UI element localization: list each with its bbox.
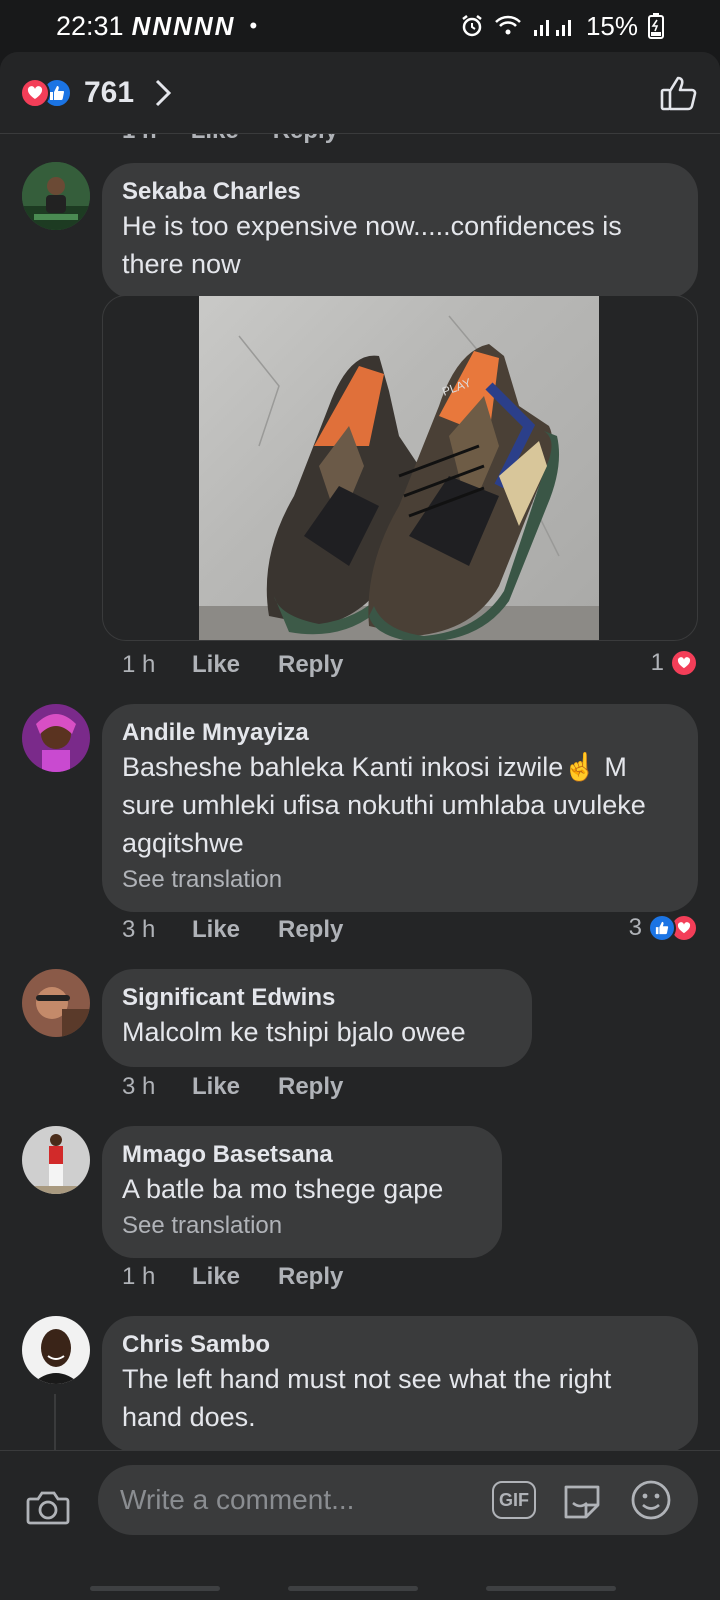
reaction-count: 1 <box>650 649 664 676</box>
reactions-header[interactable]: 761 <box>0 52 720 134</box>
sneakers-photo[interactable]: PLAY <box>199 296 599 640</box>
comment-bubble[interactable]: Mmago Basetsana A batle ba mo tshege gap… <box>102 1126 502 1258</box>
comment-author[interactable]: Sekaba Charles <box>122 177 678 207</box>
avatar[interactable] <box>22 969 90 1037</box>
gif-label: GIF <box>499 1489 529 1510</box>
camera-icon[interactable] <box>26 1489 70 1527</box>
comment-composer: GIF <box>0 1450 720 1568</box>
comment-input[interactable] <box>98 1465 698 1535</box>
notification-icons: NNNNN <box>131 10 236 41</box>
comment-time: 3 h <box>122 916 156 943</box>
emoji-icon[interactable] <box>630 1479 672 1521</box>
alarm-icon <box>462 15 482 37</box>
love-icon <box>670 649 698 677</box>
avatar[interactable] <box>22 1126 90 1194</box>
comment-bubble[interactable]: Chris Sambo The left hand must not see w… <box>102 1316 698 1452</box>
comment-actions: 3 h Like Reply <box>122 916 343 944</box>
like-link[interactable]: Like <box>192 1073 278 1101</box>
comment-time: 1 h <box>122 651 156 678</box>
reply-link[interactable]: Reply <box>278 1263 343 1291</box>
comment-text: Basheshe bahleka Kanti inkosi izwile☝️ M… <box>122 752 646 858</box>
comment-time: 3 h <box>122 1073 156 1100</box>
comments-panel: 761 1 h Like Reply Sekaba Charles He is … <box>0 52 720 1600</box>
system-nav-bar <box>0 1582 720 1600</box>
nav-recent[interactable] <box>90 1586 220 1591</box>
see-translation-link[interactable]: See translation <box>122 864 678 896</box>
sticker-icon[interactable] <box>560 1479 604 1523</box>
love-icon <box>20 77 50 108</box>
reaction-count: 3 <box>628 914 642 941</box>
comment-bubble[interactable]: Andile Mnyayiza Basheshe bahleka Kanti i… <box>102 704 698 912</box>
wifi-icon <box>495 15 521 35</box>
comment-author[interactable]: Andile Mnyayiza <box>122 718 678 748</box>
reaction-count: 761 <box>84 75 135 109</box>
comment-text: The left hand must not see what the righ… <box>122 1364 612 1432</box>
like-link[interactable]: Like <box>192 916 278 944</box>
status-bar: 22:31 NNNNN • 15% <box>0 0 720 52</box>
reply-link[interactable]: Reply <box>278 651 343 679</box>
avatar[interactable] <box>22 704 90 772</box>
battery-charging-icon <box>648 13 664 39</box>
more-notifications-dot: • <box>249 13 258 38</box>
reaction-icons <box>20 77 72 108</box>
nav-back[interactable] <box>486 1586 616 1591</box>
comment-bubble[interactable]: Significant Edwins Malcolm ke tshipi bja… <box>102 969 532 1067</box>
like-icon <box>648 914 676 942</box>
see-translation-link[interactable]: See translation <box>122 1210 482 1242</box>
comment-text: Malcolm ke tshipi bjalo owee <box>122 1017 466 1047</box>
avatar[interactable] <box>22 1316 90 1384</box>
comment-bubble[interactable]: Sekaba Charles He is too expensive now..… <box>102 163 698 299</box>
gif-button[interactable]: GIF <box>492 1481 536 1519</box>
comment-author[interactable]: Chris Sambo <box>122 1330 678 1360</box>
signal-icon <box>533 20 571 36</box>
comment-text: He is too expensive now.....confidences … <box>122 211 622 279</box>
avatar[interactable] <box>22 162 90 230</box>
reply-link[interactable]: Reply <box>278 916 343 944</box>
like-link[interactable]: Like <box>192 1263 278 1291</box>
comment-author[interactable]: Mmago Basetsana <box>122 1140 482 1170</box>
clock: 22:31 <box>56 10 124 41</box>
comment-text: A batle ba mo tshege gape <box>122 1174 444 1204</box>
comment-actions: 1 h Like Reply <box>122 1263 343 1291</box>
comment-time: 1 h <box>122 1263 156 1290</box>
comment-image-card[interactable]: PLAY <box>102 295 698 641</box>
like-post-button[interactable] <box>660 74 700 112</box>
comment-actions: 3 h Like Reply <box>122 1073 343 1101</box>
comment-actions: 1 h Like Reply <box>122 651 343 679</box>
battery-percent: 15% <box>585 10 638 41</box>
like-link[interactable]: Like <box>192 651 278 679</box>
comment-reactions[interactable]: 3 <box>629 914 698 942</box>
chevron-right-icon[interactable] <box>154 78 172 108</box>
nav-home[interactable] <box>288 1586 418 1591</box>
comment-reactions[interactable]: 1 <box>651 649 698 677</box>
comment-author[interactable]: Significant Edwins <box>122 983 512 1013</box>
reply-link[interactable]: Reply <box>278 1073 343 1101</box>
